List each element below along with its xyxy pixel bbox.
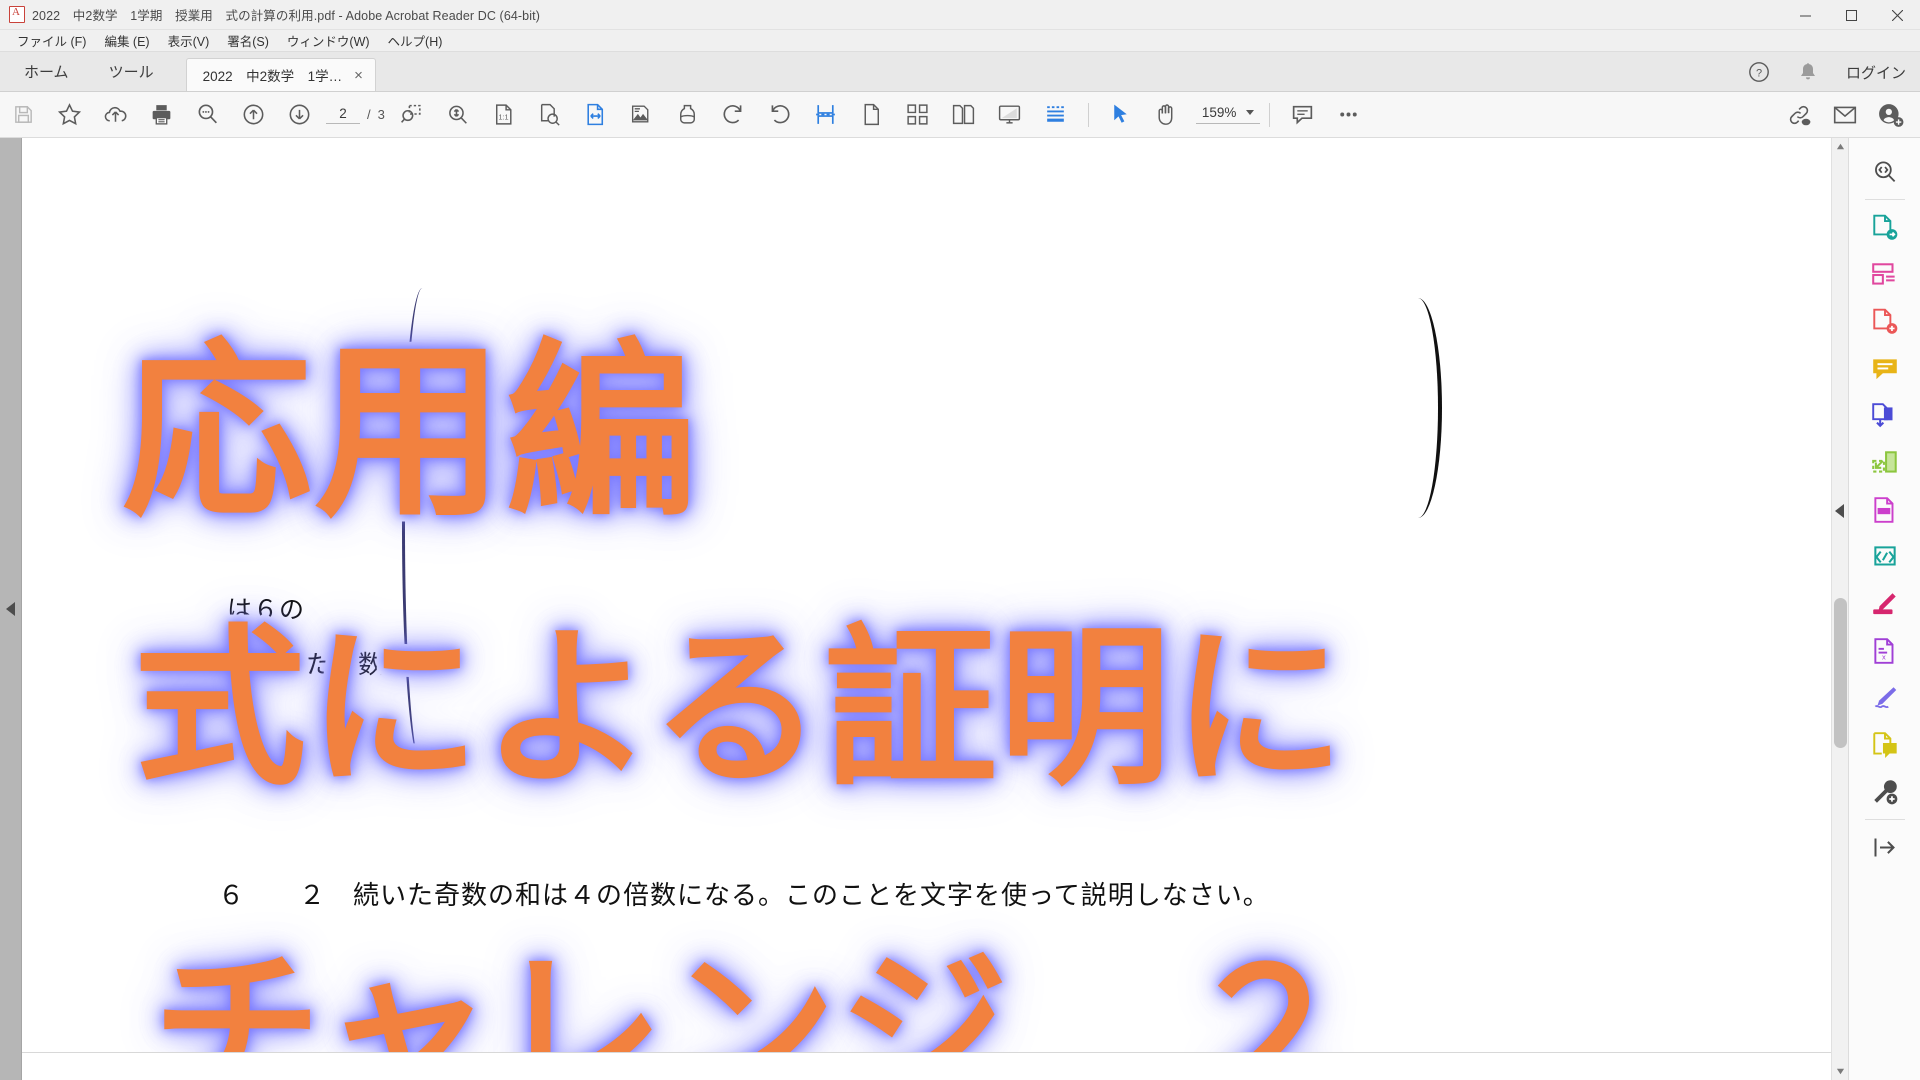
collapse-panel-icon[interactable]	[1835, 504, 1844, 518]
redact-icon[interactable]	[1849, 486, 1920, 533]
svg-text:?: ?	[1756, 68, 1762, 80]
svg-text:1:1: 1:1	[499, 113, 509, 122]
search-icon[interactable]	[184, 92, 230, 138]
scroll-vertical-icon[interactable]	[803, 92, 849, 138]
window-title: 2022 中2数学 1学期 授業用 式の計算の利用.pdf - Adobe Ac…	[32, 9, 540, 23]
window-controls	[1782, 0, 1920, 30]
more-tools-icon[interactable]	[1849, 768, 1920, 815]
scrollbar-thumb[interactable]	[1834, 598, 1847, 748]
svg-text:x: x	[1882, 652, 1886, 661]
protect-icon[interactable]	[1849, 533, 1920, 580]
tab-strip: ホーム ツール 2022 中2数学 1学… × ? ログイン	[0, 52, 1920, 92]
close-button[interactable]	[1874, 0, 1920, 30]
menu-view[interactable]: 表示(V)	[159, 29, 219, 52]
two-page-scroll-icon[interactable]	[895, 92, 941, 138]
read-mode-icon[interactable]	[987, 92, 1033, 138]
toolbar: / 3 1:1	[0, 92, 1920, 138]
comment-tool-icon[interactable]	[1849, 345, 1920, 392]
tab-strip-right: ? ログイン	[1748, 52, 1906, 92]
send-comments-icon[interactable]	[1849, 721, 1920, 768]
combine-files-icon[interactable]	[1849, 392, 1920, 439]
left-navigation-rail[interactable]	[0, 138, 22, 1080]
fit-width-icon[interactable]	[573, 92, 619, 138]
chevron-down-icon[interactable]	[1246, 110, 1255, 115]
toolbar-divider	[1087, 102, 1089, 127]
scroll-down-icon[interactable]	[1832, 1063, 1848, 1080]
reflow-icon[interactable]	[1033, 92, 1079, 138]
expand-navigation-icon[interactable]	[6, 602, 15, 616]
expand-panel-icon[interactable]	[1849, 824, 1920, 871]
actual-size-icon[interactable]: 1:1	[481, 92, 527, 138]
tab-home[interactable]: ホーム	[0, 51, 89, 91]
menu-window[interactable]: ウィンドウ(W)	[278, 29, 379, 52]
title-bar: 2022 中2数学 1学期 授業用 式の計算の利用.pdf - Adobe Ac…	[0, 0, 1920, 30]
login-button[interactable]: ログイン	[1846, 62, 1906, 83]
menu-file[interactable]: ファイル (F)	[8, 29, 95, 52]
menu-edit[interactable]: 編集 (E)	[95, 29, 158, 52]
panel-divider	[1864, 199, 1905, 200]
crop-pages-icon[interactable]	[1849, 439, 1920, 486]
zoom-to-page-icon[interactable]	[527, 92, 573, 138]
page-down-icon[interactable]	[276, 92, 322, 138]
zoom-control[interactable]: 159%	[1195, 105, 1261, 124]
tab-tools[interactable]: ツール	[89, 51, 174, 91]
annotation-stamp-1: 応用編	[115, 315, 703, 550]
minimize-button[interactable]	[1782, 0, 1828, 30]
rotate-cw-icon[interactable]	[711, 92, 757, 138]
page-total: 3	[377, 107, 385, 122]
toolbar-divider-2	[1269, 102, 1271, 127]
print-icon[interactable]	[138, 92, 184, 138]
bell-icon[interactable]	[1798, 61, 1818, 83]
zoom-value: 159%	[1201, 105, 1237, 120]
menu-sign[interactable]: 署名(S)	[218, 29, 278, 52]
menu-help[interactable]: ヘルプ(H)	[379, 29, 452, 52]
organize-pages-icon[interactable]	[1849, 251, 1920, 298]
zoom-select-icon[interactable]	[435, 92, 481, 138]
annotation-stamp-2: 式による証明に	[127, 601, 1352, 816]
question-circle-icon[interactable]: ?	[1748, 61, 1770, 83]
marquee-zoom-icon[interactable]	[389, 92, 435, 138]
page-separator: /	[367, 107, 371, 122]
pan-zoom-window-icon[interactable]	[665, 92, 711, 138]
comment-icon[interactable]	[1279, 92, 1325, 138]
save-icon[interactable]	[0, 92, 46, 138]
share-link-icon[interactable]	[1776, 92, 1822, 138]
close-icon[interactable]: ×	[354, 68, 363, 83]
page-up-icon[interactable]	[230, 92, 276, 138]
upload-cloud-icon[interactable]	[92, 92, 138, 138]
edit-pdf-icon[interactable]	[1849, 674, 1920, 721]
panel-divider-2	[1864, 819, 1905, 820]
select-cursor-icon[interactable]	[1098, 92, 1144, 138]
vertical-scrollbar[interactable]	[1831, 138, 1848, 1080]
star-icon[interactable]	[46, 92, 92, 138]
document-tab[interactable]: 2022 中2数学 1学… ×	[185, 58, 376, 91]
document-tab-label: 2022 中2数学 1学…	[202, 69, 343, 84]
email-icon[interactable]	[1822, 92, 1868, 138]
page-navigator: / 3	[326, 105, 385, 124]
right-tools-panel: x	[1835, 138, 1920, 1080]
pdf-page: は６の 続いた偶数の ６ ２ 続いた奇数の和は４の倍数になる。このことを文字を使…	[22, 138, 1848, 1080]
export-pdf-icon[interactable]	[1849, 204, 1920, 251]
scroll-up-icon[interactable]	[1832, 138, 1848, 155]
rotate-ccw-icon[interactable]	[757, 92, 803, 138]
fill-sign-icon[interactable]	[1849, 580, 1920, 627]
acrobat-icon	[9, 6, 25, 23]
stamp-icon[interactable]: x	[1849, 627, 1920, 674]
fit-visible-icon[interactable]	[619, 92, 665, 138]
more-ellipsis-icon[interactable]	[1325, 92, 1371, 138]
search-document-icon[interactable]	[1849, 148, 1920, 195]
single-page-icon[interactable]	[849, 92, 895, 138]
main-area: は６の 続いた偶数の ６ ２ 続いた奇数の和は４の倍数になる。このことを文字を使…	[0, 138, 1920, 1080]
menu-bar: ファイル (F) 編集 (E) 表示(V) 署名(S) ウィンドウ(W) ヘルプ…	[0, 30, 1920, 52]
create-pdf-icon[interactable]	[1849, 298, 1920, 345]
add-person-icon[interactable]	[1868, 92, 1914, 138]
page-bottom-edge	[22, 1052, 1831, 1080]
toolbar-right-group	[1776, 92, 1914, 138]
page-number-input[interactable]	[326, 105, 360, 124]
two-page-icon[interactable]	[941, 92, 987, 138]
document-viewer[interactable]: は６の 続いた偶数の ６ ２ 続いた奇数の和は４の倍数になる。このことを文字を使…	[22, 138, 1848, 1080]
maximize-button[interactable]	[1828, 0, 1874, 30]
page-bracket-right	[1402, 298, 1442, 518]
hand-tool-icon[interactable]	[1144, 92, 1190, 138]
